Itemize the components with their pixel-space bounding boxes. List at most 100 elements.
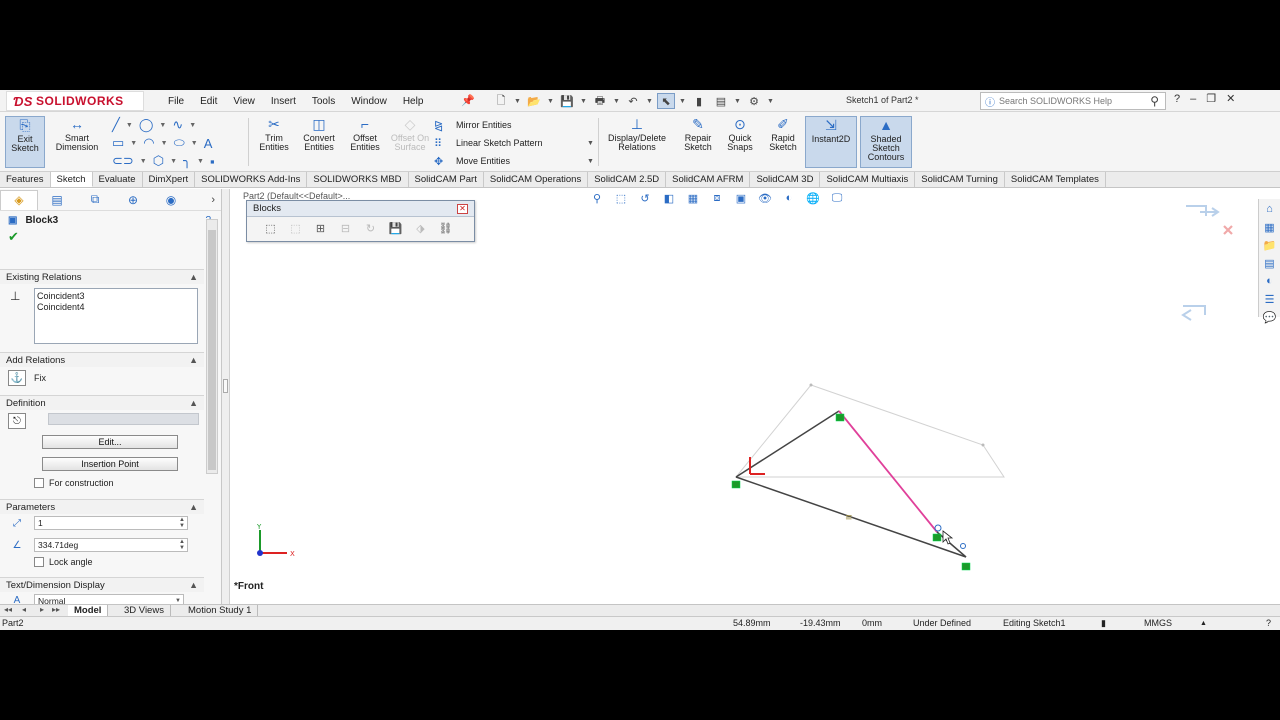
chevron-down-icon[interactable]: ▼ <box>767 98 774 105</box>
chevron-up-icon[interactable]: ▲ <box>189 355 198 365</box>
add-relations-header[interactable]: Add Relations ▲ <box>0 352 204 367</box>
text-dimension-display-header[interactable]: Text/Dimension Display ▲ <box>0 577 204 592</box>
chevron-down-icon[interactable]: ▼ <box>126 122 133 129</box>
repair-sketch-button[interactable]: ✎ Repair Sketch <box>678 116 718 168</box>
display-delete-relations-button[interactable]: ⊥ Display/Delete Relations <box>602 116 672 168</box>
display-manager-icon[interactable]: ◉ <box>152 190 190 210</box>
ok-checkmark-icon[interactable]: ✔ <box>0 229 221 245</box>
tab-dimxpert[interactable]: DimXpert <box>143 172 196 187</box>
block-file-field[interactable] <box>48 413 199 425</box>
exit-sketch-button[interactable]: ⎘ Exit Sketch <box>5 116 45 168</box>
graphics-area[interactable]: Part2 (Default<<Default>... ⚲ ⬚ ↺ ◧ ▦ ⧈ … <box>231 189 1280 604</box>
next-tab-arrow-icon[interactable]: ▸ <box>40 605 44 614</box>
chevron-down-icon[interactable]: ▼ <box>130 140 137 147</box>
first-tab-arrow-icon[interactable]: ◂◂ <box>4 605 12 614</box>
status-sketch-state[interactable]: Under Defined <box>913 617 971 630</box>
options-gear-icon[interactable]: ⚙ <box>745 93 763 109</box>
chevron-up-icon[interactable]: ▲ <box>189 398 198 408</box>
tab-solidworks-mbd[interactable]: SOLIDWORKS MBD <box>307 172 409 187</box>
convert-entities-button[interactable]: ◫ Convert Entities <box>299 116 339 168</box>
pane-splitter[interactable] <box>222 189 230 604</box>
shaded-sketch-contours-button[interactable]: ▲ Shaded Sketch Contours <box>860 116 912 168</box>
fix-relation[interactable]: ⚓ Fix <box>8 370 46 386</box>
property-manager-scrollbar[interactable] <box>206 219 218 474</box>
offset-on-surface-button[interactable]: ◇ Offset On Surface <box>390 116 430 168</box>
solidworks-logo[interactable]: ƊS SOLIDWORKS <box>6 91 144 111</box>
tab-solidcam-turning[interactable]: SolidCAM Turning <box>915 172 1005 187</box>
search-input[interactable]: ⓘ Search SOLIDWORKS Help ⚲ <box>980 92 1166 110</box>
view-palette-icon[interactable]: ▤ <box>1259 255 1280 271</box>
mirror-entities-button[interactable]: ⧎ Mirror Entities <box>434 116 594 134</box>
definition-header[interactable]: Definition ▲ <box>0 395 204 410</box>
status-units[interactable]: MMGS <box>1144 617 1172 630</box>
menu-insert[interactable]: Insert <box>271 96 296 107</box>
tab-solidcam-25d[interactable]: SolidCAM 2.5D <box>588 172 667 187</box>
chevron-down-icon[interactable]: ▼ <box>679 98 686 105</box>
chevron-up-icon[interactable]: ▲ <box>189 272 198 282</box>
print-icon[interactable]: 🖶 <box>591 93 609 109</box>
design-library-icon[interactable]: ▦ <box>1259 219 1280 235</box>
tab-solidcam-3d[interactable]: SolidCAM 3D <box>750 172 821 187</box>
line-icon[interactable]: ╱ <box>112 117 120 133</box>
scale-input[interactable]: 1 ▲ ▼ <box>34 516 188 530</box>
menu-view[interactable]: View <box>233 96 255 107</box>
slot-icon[interactable]: ⊂⊃ <box>112 153 134 169</box>
endpoint-marker[interactable] <box>934 524 942 532</box>
chevron-down-icon[interactable]: ▼ <box>189 122 196 129</box>
existing-relations-header[interactable]: Existing Relations ▲ <box>0 269 204 284</box>
sketch-line[interactable] <box>735 410 840 478</box>
confirmation-corner[interactable] <box>1184 202 1234 237</box>
tab-features[interactable]: Features <box>0 172 51 187</box>
open-icon[interactable]: 📂 <box>525 93 543 109</box>
undo-icon[interactable]: ↶ <box>624 93 642 109</box>
rectangle-icon[interactable]: ▭ <box>112 135 124 151</box>
angle-input[interactable]: 334.71deg ▲ ▼ <box>34 538 188 552</box>
chevron-down-icon[interactable]: ▼ <box>587 158 594 165</box>
polygon-icon[interactable]: ⬡ <box>153 153 164 169</box>
fixed-point-marker[interactable] <box>932 533 942 542</box>
home-icon[interactable]: ⌂ <box>1259 201 1280 217</box>
tab-solidcam-part[interactable]: SolidCAM Part <box>409 172 484 187</box>
confirm-arrow-icon[interactable] <box>1200 207 1220 217</box>
file-explorer-icon[interactable]: 📁 <box>1259 237 1280 253</box>
sketch-canvas[interactable]: ≡ <box>231 189 1280 604</box>
spline-icon[interactable]: ∿ <box>172 117 183 133</box>
feature-manager-icon[interactable]: ◈ <box>0 189 38 210</box>
menu-file[interactable]: File <box>168 96 184 107</box>
scrollbar-thumb[interactable] <box>208 230 216 470</box>
new-document-icon[interactable]: 🗋 <box>492 93 510 109</box>
chevron-down-icon[interactable]: ▼ <box>547 98 554 105</box>
menu-help[interactable]: Help <box>403 96 424 107</box>
file-properties-icon[interactable]: ▤ <box>712 93 730 109</box>
spinner-arrows[interactable]: ▲ ▼ <box>179 539 185 551</box>
chevron-down-icon[interactable]: ▼ <box>161 140 168 147</box>
smart-dimension-button[interactable]: ↔ Smart Dimension <box>56 116 99 168</box>
text-display-select[interactable]: Normal ▼ <box>34 594 184 604</box>
fixed-point-marker[interactable] <box>835 413 845 422</box>
selected-sketch-line[interactable] <box>838 410 938 533</box>
chevron-down-icon[interactable]: ▼ <box>587 140 594 147</box>
cancel-x-icon[interactable] <box>1223 225 1233 235</box>
text-icon[interactable]: A <box>204 136 213 151</box>
instant2d-button[interactable]: ⇲ Instant2D <box>805 116 857 168</box>
rebuild-icon[interactable]: ▮ <box>690 93 708 109</box>
rapid-sketch-button[interactable]: ✐ Rapid Sketch <box>763 116 803 168</box>
move-entities-button[interactable]: ✥ Move Entities ▼ <box>434 152 594 170</box>
chevron-down-icon[interactable]: ▼ <box>734 98 741 105</box>
tab-sketch[interactable]: Sketch <box>50 172 93 187</box>
chevron-down-icon[interactable]: ▼ <box>514 98 521 105</box>
trim-entities-button[interactable]: ✂ Trim Entities <box>254 116 294 168</box>
offset-entities-button[interactable]: ⌐ Offset Entities <box>345 116 385 168</box>
chevron-up-icon[interactable]: ▲ <box>1200 617 1207 630</box>
pin-icon[interactable]: 📌 <box>461 94 475 107</box>
tab-evaluate[interactable]: Evaluate <box>93 172 143 187</box>
property-manager-icon[interactable]: ▤ <box>38 190 76 210</box>
chevron-down-icon[interactable]: ▼ <box>580 98 587 105</box>
chevron-down-icon[interactable]: ▼ <box>613 98 620 105</box>
fillet-icon[interactable]: ╮ <box>183 153 191 169</box>
chevron-down-icon[interactable]: ▼ <box>197 158 204 165</box>
ellipse-icon[interactable]: ⬭ <box>174 135 185 151</box>
menu-edit[interactable]: Edit <box>200 96 217 107</box>
minimize-icon[interactable]: – <box>1190 93 1196 105</box>
close-icon[interactable]: ✕ <box>1226 92 1235 105</box>
